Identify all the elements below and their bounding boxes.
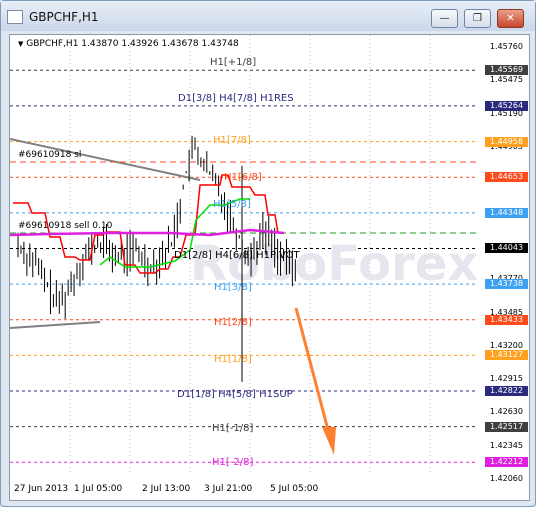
- murrey-level-label: H1[3/8]: [214, 282, 252, 294]
- chart-area[interactable]: RoboForex ▼ GBPCHF,H1 1.43870 1.43926 1.…: [9, 34, 530, 501]
- forecast-arrow-head: [322, 427, 336, 455]
- murrey-level-label: D1[1/8] H4[5/8] H1SUP: [177, 389, 293, 401]
- title-bar[interactable]: GBPCHF,H1 — ❐ ✕: [1, 1, 535, 31]
- time-axis-label: 1 Jul 05:00: [74, 484, 123, 494]
- price-tick-label: 1.42345: [489, 440, 523, 450]
- murrey-level-label: H1[2/8]: [214, 316, 252, 328]
- price-level-box: 1.43738: [485, 279, 528, 290]
- price-level-box: 1.43127: [485, 350, 528, 361]
- time-axis-label: 3 Jul 21:00: [204, 484, 253, 494]
- price-level-box: 1.43433: [485, 314, 528, 325]
- time-axis-label: 27 Jun 2013: [14, 484, 69, 494]
- price-tick-label: 1.45475: [489, 75, 523, 85]
- chart-window-icon: [7, 10, 23, 24]
- murrey-level-label: H1[7/8]: [213, 134, 251, 146]
- price-level-box: 1.44958: [485, 136, 528, 147]
- murrey-level-label: H1[-1/8]: [212, 422, 254, 434]
- time-axis-label: 5 Jul 05:00: [270, 484, 319, 494]
- price-tick-label: 1.42915: [489, 374, 523, 384]
- price-tick-label: 1.42630: [489, 407, 523, 417]
- chart-header: ▼ GBPCHF,H1 1.43870 1.43926 1.43678 1.43…: [18, 39, 239, 49]
- forecast-arrow-line: [294, 307, 330, 431]
- murrey-level-label: D1[2/8] H4[6/8] H1PIVOT: [174, 250, 300, 262]
- stop-loss-label: #69610918 sl: [18, 150, 82, 160]
- price-tick-label: 1.43200: [489, 340, 523, 350]
- murrey-level-label: H1[+1/8]: [210, 57, 257, 69]
- price-tick-label: 1.42060: [489, 474, 523, 483]
- murrey-level-label: H1[5/8]: [213, 198, 251, 210]
- price-chart[interactable]: RoboForex: [10, 35, 529, 500]
- window-title: GBPCHF,H1: [29, 10, 99, 24]
- price-level-box: 1.44043: [485, 243, 528, 254]
- price-level-box: 1.42822: [485, 386, 528, 397]
- close-button[interactable]: ✕: [497, 9, 524, 28]
- price-level-box: 1.45569: [485, 65, 528, 76]
- price-level-box: 1.42517: [485, 421, 528, 432]
- murrey-level-label: H1[-2/8]: [212, 457, 254, 469]
- price-level-box: 1.45264: [485, 100, 528, 111]
- murrey-level-label: D1[3/8] H4[7/8] H1RES: [178, 92, 294, 104]
- chart-window: GBPCHF,H1 — ❐ ✕ RoboForex ▼ GBPCHF,H1 1.…: [0, 0, 536, 507]
- price-level-box: 1.44348: [485, 207, 528, 218]
- price-level-box: 1.44653: [485, 172, 528, 183]
- murrey-level-label: H1[1/8]: [214, 354, 252, 366]
- murrey-level-label: H1[6/8]: [224, 172, 262, 184]
- price-tick-label: 1.45760: [489, 42, 523, 51]
- time-axis-label: 2 Jul 13:00: [142, 484, 191, 494]
- price-level-box: 1.42212: [485, 457, 528, 468]
- minimize-button[interactable]: —: [431, 9, 458, 28]
- restore-button[interactable]: ❐: [464, 9, 491, 28]
- trendline-lower: [10, 321, 101, 329]
- sell-order-label: #69610918 sell 0.10: [18, 221, 113, 231]
